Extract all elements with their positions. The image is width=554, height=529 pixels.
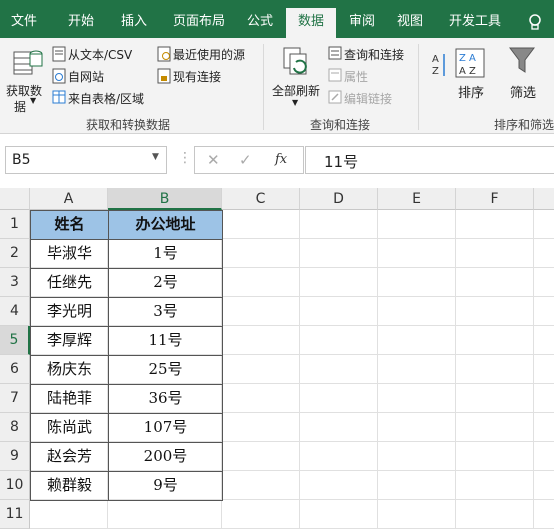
column-header-f[interactable]: F: [456, 188, 534, 210]
column-header-partial[interactable]: [534, 188, 554, 210]
ribbon-panel: 获取数 据 ▼ 从文本/CSV 自网站 来自表格/区域 最近使用的源 现有连接 …: [0, 38, 554, 134]
table-row-border: [30, 297, 223, 298]
row-header[interactable]: 8: [0, 413, 30, 442]
queries-connections-button[interactable]: 查询和连接: [344, 46, 404, 63]
edit-links-button[interactable]: 编辑链接: [344, 90, 392, 107]
table-row-border: [30, 239, 223, 240]
get-data-button-line2[interactable]: 据: [14, 98, 26, 115]
table-row-border: [30, 413, 223, 414]
queries-connections-icon: [328, 46, 342, 63]
column-header-a[interactable]: A: [30, 188, 108, 210]
cancel-icon[interactable]: ✕: [207, 151, 220, 169]
svg-text:Z A: Z A: [459, 53, 476, 64]
insert-function-button[interactable]: fx: [275, 152, 287, 167]
column-header-e[interactable]: E: [378, 188, 456, 210]
tab-review[interactable]: 审阅: [342, 8, 382, 38]
spreadsheet-grid[interactable]: A B C D E F 1 2 3 4 5 6 7 8 9 10 11 姓名 办公地址 毕淑华 1号 任继先…: [0, 188, 554, 529]
group-separator: [263, 44, 264, 130]
gridline: [377, 210, 378, 529]
svg-text:Z: Z: [432, 66, 439, 77]
select-all-corner[interactable]: [0, 188, 30, 210]
existing-connections-button[interactable]: 现有连接: [173, 68, 221, 85]
formula-buttons: ✕ ✓ fx: [194, 146, 304, 174]
row-header[interactable]: 6: [0, 355, 30, 384]
refresh-icon: [282, 46, 312, 81]
table-row-border: [30, 471, 223, 472]
svg-text:A: A: [432, 54, 439, 65]
tab-page-layout[interactable]: 页面布局: [164, 8, 234, 38]
table-row-border: [30, 355, 223, 356]
get-data-button[interactable]: 获取数: [6, 82, 42, 99]
recent-sources-button[interactable]: 最近使用的源: [173, 46, 245, 63]
table-row-border: [30, 268, 223, 269]
table-icon: [52, 90, 66, 107]
tab-data[interactable]: 数据: [286, 8, 336, 38]
name-box[interactable]: B5 ▼: [5, 146, 167, 174]
recent-sources-icon: [157, 46, 171, 65]
refresh-all-button[interactable]: 全部刷新: [272, 82, 320, 99]
row-header[interactable]: 9: [0, 442, 30, 471]
formula-input[interactable]: 11号: [305, 146, 554, 174]
formula-bar: B5 ▼ ⋮ ✕ ✓ fx 11号: [0, 134, 554, 186]
from-text-csv-button[interactable]: 从文本/CSV: [68, 46, 132, 63]
lightbulb-icon[interactable]: [520, 8, 550, 38]
table-row-border: [30, 384, 223, 385]
gridline: [533, 210, 534, 529]
column-header-c[interactable]: C: [222, 188, 300, 210]
gridline: [299, 210, 300, 529]
more-options-icon: ⋮: [178, 150, 192, 166]
filter-button[interactable]: 筛选: [510, 82, 536, 101]
tab-formulas[interactable]: 公式: [240, 8, 280, 38]
database-icon: [12, 46, 44, 79]
tab-developer[interactable]: 开发工具: [442, 8, 508, 38]
sort-az-icon[interactable]: AZ: [430, 50, 448, 87]
row-header[interactable]: 3: [0, 268, 30, 297]
tab-insert[interactable]: 插入: [112, 8, 156, 38]
row-header[interactable]: 10: [0, 471, 30, 500]
gridline: [455, 210, 456, 529]
group-separator: [418, 44, 419, 130]
svg-text:A Z: A Z: [459, 66, 476, 77]
web-icon: [52, 68, 66, 87]
group-label-get-transform: 获取和转换数据: [86, 118, 171, 132]
chevron-down-icon: ▼: [292, 98, 299, 107]
tab-view[interactable]: 视图: [390, 8, 430, 38]
formula-content: 11号: [324, 153, 359, 171]
sort-dialog-icon: Z A A Z: [455, 48, 485, 81]
name-box-value: B5: [12, 152, 31, 168]
row-header[interactable]: 5: [0, 326, 30, 355]
properties-button[interactable]: 属性: [344, 68, 368, 85]
existing-connections-icon: [157, 68, 171, 87]
group-label-sort-filter: 排序和筛选: [494, 118, 554, 132]
table-row-border: [30, 442, 223, 443]
tab-file[interactable]: 文件: [0, 8, 48, 38]
from-table-range-button[interactable]: 来自表格/区域: [68, 90, 144, 107]
edit-links-icon: [328, 90, 342, 107]
check-icon[interactable]: ✓: [239, 151, 252, 169]
tab-home[interactable]: 开始: [56, 8, 106, 38]
chevron-down-icon: ▼: [30, 96, 37, 105]
table-row-border: [30, 326, 223, 327]
text-file-icon: [52, 46, 66, 65]
properties-icon: [328, 68, 342, 85]
column-header-d[interactable]: D: [300, 188, 378, 210]
filter-icon: [508, 46, 536, 79]
row-header[interactable]: 2: [0, 239, 30, 268]
row-header[interactable]: 1: [0, 210, 30, 239]
ribbon-tab-bar: 文件 开始 插入 页面布局 公式 数据 审阅 视图 开发工具: [0, 0, 554, 38]
from-web-button[interactable]: 自网站: [68, 68, 104, 85]
group-label-queries: 查询和连接: [310, 118, 371, 132]
row-header[interactable]: 11: [0, 500, 30, 529]
chevron-down-icon[interactable]: ▼: [152, 152, 159, 162]
column-header-b[interactable]: B: [108, 188, 222, 210]
row-header[interactable]: 7: [0, 384, 30, 413]
row-header[interactable]: 4: [0, 297, 30, 326]
sort-button[interactable]: 排序: [458, 82, 484, 101]
